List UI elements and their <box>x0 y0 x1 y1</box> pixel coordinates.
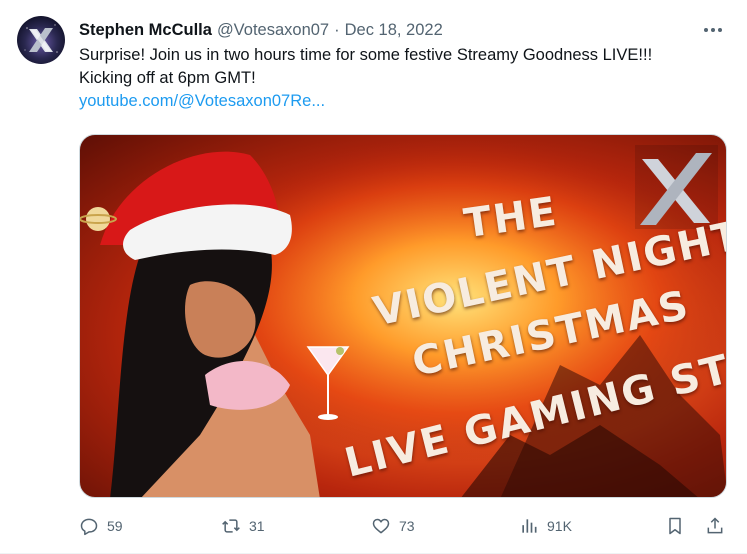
tweet-text-line-2: Kicking off at 6pm GMT! <box>79 69 256 87</box>
author-handle[interactable]: @Votesaxon07 <box>217 21 329 40</box>
tweet-link[interactable]: youtube.com/@Votesaxon07Re... <box>79 90 729 113</box>
retweet-button[interactable]: 31 <box>221 511 265 541</box>
bookmark-button[interactable] <box>665 511 685 541</box>
share-icon <box>707 517 723 534</box>
like-count: 73 <box>399 518 415 534</box>
share-button[interactable] <box>705 511 725 541</box>
tweet-text: Surprise! Join us in two hours time for … <box>79 44 729 113</box>
heart-icon <box>372 518 390 534</box>
author-name[interactable]: Stephen McCulla <box>79 21 212 40</box>
tweet-text-line-1: Surprise! Join us in two hours time for … <box>79 46 653 64</box>
analytics-icon <box>522 519 537 533</box>
reply-count: 59 <box>107 518 123 534</box>
tweet[interactable]: Stephen McCulla @Votesaxon07 · Dec 18, 2… <box>0 0 747 554</box>
views-count: 91K <box>547 518 572 534</box>
reply-icon <box>80 518 98 536</box>
reply-button[interactable]: 59 <box>79 511 123 541</box>
views-button[interactable]: 91K <box>519 511 572 541</box>
more-dots-icon <box>704 28 722 32</box>
x-logo-avatar-icon <box>24 24 58 53</box>
header-separator: · <box>334 20 340 39</box>
tweet-actions-bar: 59 31 73 91K <box>79 511 729 541</box>
retweet-icon <box>222 519 240 533</box>
tweet-date[interactable]: Dec 18, 2022 <box>345 21 443 40</box>
bookmark-icon <box>669 517 681 535</box>
more-options-button[interactable] <box>700 18 726 42</box>
like-button[interactable]: 73 <box>371 511 415 541</box>
tweet-header: Stephen McCulla @Votesaxon07 · Dec 18, 2… <box>79 19 443 41</box>
tweet-media-image[interactable]: THE VIOLENT NIGHT CHRISTMAS LIVE GAMING … <box>79 134 727 498</box>
avatar[interactable] <box>17 16 65 64</box>
retweet-count: 31 <box>249 518 265 534</box>
